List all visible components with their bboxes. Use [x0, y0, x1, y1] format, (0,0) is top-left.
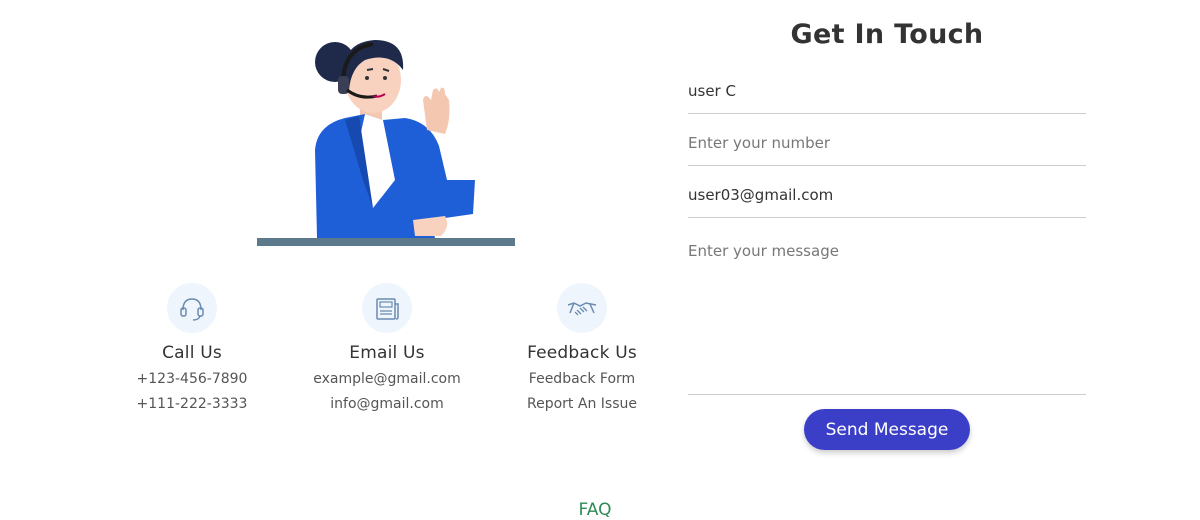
contact-title: Call Us: [162, 343, 222, 363]
phone-number[interactable]: +111-222-3333: [92, 396, 292, 413]
name-field[interactable]: [688, 69, 1086, 114]
email-address[interactable]: example@gmail.com: [287, 371, 487, 388]
email-us-block: Email Us example@gmail.com info@gmail.co…: [287, 283, 487, 413]
call-us-block: Call Us +123-456-7890 +111-222-3333: [92, 283, 292, 413]
message-field[interactable]: [688, 232, 1086, 395]
faq-link[interactable]: FAQ: [560, 500, 630, 520]
phone-number[interactable]: +123-456-7890: [92, 371, 292, 388]
email-address[interactable]: info@gmail.com: [287, 396, 487, 413]
email-field[interactable]: [688, 173, 1086, 218]
send-message-button[interactable]: Send Message: [804, 409, 970, 450]
form-title: Get In Touch: [790, 19, 984, 50]
contact-title: Feedback Us: [527, 343, 637, 363]
feedback-us-block: Feedback Us Feedback Form Report An Issu…: [482, 283, 682, 413]
feedback-form-link[interactable]: Feedback Form: [482, 371, 682, 388]
report-issue-link[interactable]: Report An Issue: [482, 396, 682, 413]
handshake-icon: [557, 283, 607, 333]
newspaper-icon: [362, 283, 412, 333]
contact-title: Email Us: [349, 343, 425, 363]
number-field[interactable]: [688, 121, 1086, 166]
support-agent-illustration: [257, 40, 515, 246]
headset-icon: [167, 283, 217, 333]
